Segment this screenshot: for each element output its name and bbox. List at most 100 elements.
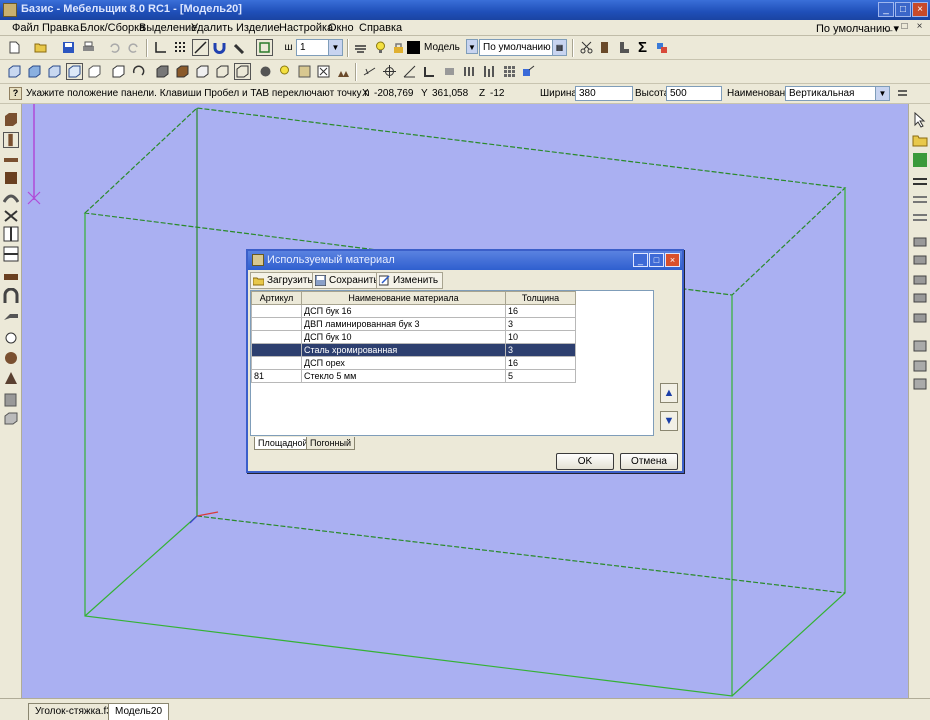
layers-button[interactable] — [352, 39, 369, 56]
tool-profile-button[interactable] — [3, 308, 19, 324]
x-field[interactable]: -208,769 — [370, 86, 418, 101]
tool-hole-button[interactable] — [3, 330, 19, 346]
tool-library-button[interactable] — [912, 152, 928, 168]
shade-outline-button[interactable] — [214, 63, 231, 80]
menu-delete[interactable]: Удалить — [191, 22, 233, 34]
panel-left-button[interactable] — [46, 63, 63, 80]
column-thickness[interactable]: Толщина — [505, 291, 576, 305]
undo-button[interactable] — [106, 39, 123, 56]
tool-knob-button[interactable] — [3, 350, 19, 366]
materials-table[interactable]: Артикул Наименование материала Толщина Д… — [250, 290, 654, 436]
dialog-close-button[interactable]: × — [665, 253, 680, 267]
tool-horizontal-panel-button[interactable] — [3, 152, 19, 168]
light-button[interactable] — [372, 39, 389, 56]
dialog-title-bar[interactable]: Используемый материал _ □ × — [248, 251, 682, 270]
height-field[interactable]: 500 — [666, 86, 722, 101]
save-button[interactable] — [60, 39, 77, 56]
tool-folder-button[interactable] — [912, 132, 928, 148]
boot-button[interactable] — [615, 39, 632, 56]
menu-edit[interactable]: Правка — [42, 22, 79, 34]
tool-join-button[interactable] — [3, 208, 19, 224]
magnet-button[interactable] — [211, 39, 228, 56]
width-field[interactable]: 380 — [575, 86, 633, 101]
panel-rotate-button[interactable] — [86, 63, 103, 80]
redo-button[interactable] — [125, 39, 142, 56]
stack-button[interactable] — [335, 63, 352, 80]
menu-help[interactable]: Справка — [359, 22, 402, 34]
material-button[interactable] — [296, 63, 313, 80]
open-file-button[interactable] — [32, 39, 49, 56]
tool-hinge-4-button[interactable] — [912, 290, 928, 306]
y-field[interactable]: 361,058 — [428, 86, 476, 101]
tool-hinge-3-button[interactable] — [912, 272, 928, 288]
maximize-button[interactable]: □ — [895, 2, 911, 17]
edit-button[interactable]: Изменить — [376, 272, 444, 289]
menu-settings[interactable]: Настройка — [279, 22, 333, 34]
table-row[interactable]: ДСП бук 10 10 — [251, 330, 576, 344]
tool-fastener-2-button[interactable] — [912, 192, 928, 208]
menu-window[interactable]: Окно — [328, 22, 354, 34]
tab-linear-materials[interactable]: Погонный — [306, 437, 356, 450]
grid-button[interactable] — [172, 39, 189, 56]
tool-guide-2-button[interactable] — [912, 358, 928, 374]
panel-button[interactable] — [596, 39, 613, 56]
line-width-combo[interactable]: 1 ▼ — [296, 39, 343, 56]
tool-box-button[interactable] — [3, 392, 19, 408]
ok-button[interactable]: OK — [556, 453, 614, 470]
edge-button[interactable] — [421, 63, 438, 80]
wizard-button[interactable] — [653, 39, 670, 56]
shade-wire-button[interactable] — [234, 63, 251, 80]
mdi-minimize-button[interactable]: _ — [883, 21, 896, 34]
dialog-minimize-button[interactable]: _ — [633, 253, 648, 267]
cut-profile-button[interactable] — [441, 63, 458, 80]
axis-button[interactable] — [152, 39, 169, 56]
table-row-selected[interactable]: Сталь хромированная 3 — [251, 343, 576, 357]
delete-material-button[interactable] — [315, 63, 332, 80]
tool-cursor-button[interactable] — [912, 111, 928, 128]
tool-arch-button[interactable] — [3, 287, 19, 304]
mdi-restore-button[interactable]: □ — [898, 21, 911, 34]
z-field[interactable]: -12 — [486, 86, 526, 101]
tool-shelf-button[interactable] — [3, 268, 19, 284]
move-up-button[interactable]: ▲ — [660, 383, 678, 403]
light-source-button[interactable] — [276, 63, 293, 80]
tool-curved-panel-button[interactable] — [2, 190, 20, 206]
view-cube-button[interactable] — [110, 63, 127, 80]
close-button[interactable]: × — [912, 2, 928, 17]
tab-area-materials[interactable]: Площадной — [254, 437, 312, 450]
table-row[interactable]: ДСП орех 16 — [251, 356, 576, 370]
menu-selection[interactable]: Выделение — [139, 22, 197, 34]
dialog-maximize-button[interactable]: □ — [649, 253, 664, 267]
tool-fastener-3-button[interactable] — [912, 210, 928, 226]
measure-button[interactable] — [232, 39, 249, 56]
sum-button[interactable]: Σ — [634, 39, 651, 56]
shade-white-button[interactable] — [194, 63, 211, 80]
drill-button[interactable] — [481, 63, 498, 80]
cut-button[interactable] — [578, 39, 595, 56]
tool-vertical-panel-button[interactable] — [3, 132, 19, 148]
orbit-button[interactable] — [130, 63, 147, 80]
new-file-button[interactable] — [6, 39, 23, 56]
tool-leg-button[interactable] — [3, 370, 19, 386]
minimize-button[interactable]: _ — [878, 2, 894, 17]
menu-block[interactable]: Блок/Сборка — [80, 22, 145, 34]
shade-wood-button[interactable] — [174, 63, 191, 80]
table-row[interactable]: ДСП бук 16 16 — [251, 304, 576, 318]
groove-button[interactable] — [461, 63, 478, 80]
tool-divide-button[interactable] — [3, 246, 19, 262]
doc-tab-model20[interactable]: Модель20 — [108, 703, 170, 720]
tool-guide-1-button[interactable] — [912, 338, 928, 354]
array-button[interactable] — [501, 63, 518, 80]
tool-hinge-2-button[interactable] — [912, 252, 928, 268]
style-combo[interactable]: По умолчанию ▦ — [479, 39, 567, 56]
mdi-close-button[interactable]: × — [913, 21, 926, 34]
cancel-button[interactable]: Отмена — [620, 453, 678, 470]
panel-back-button[interactable] — [26, 63, 43, 80]
transform-button[interactable] — [520, 63, 537, 80]
ortho-button[interactable] — [192, 39, 209, 56]
table-row[interactable]: 81 Стекло 5 мм 5 — [251, 369, 576, 383]
snap-button[interactable] — [256, 39, 273, 56]
save-button[interactable]: Сохранить — [312, 272, 384, 289]
shade-dark-button[interactable] — [154, 63, 171, 80]
name-combo[interactable]: Вертикальная ▼ — [785, 86, 890, 101]
